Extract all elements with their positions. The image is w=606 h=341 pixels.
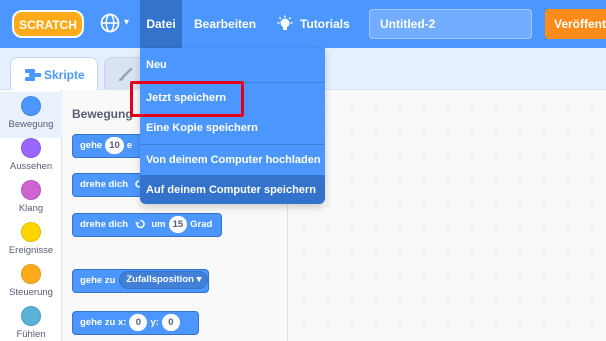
category-menu: Bewegung Aussehen Klang Ereignisse Steue…: [0, 90, 62, 341]
menu-item-save-to-computer[interactable]: Auf deinem Computer speichern: [140, 175, 325, 204]
category-label: Klang: [18, 203, 44, 214]
y-input[interactable]: 0: [161, 313, 180, 331]
category-label: Fühlen: [16, 329, 46, 340]
block-go-to[interactable]: gehe zu Zufallsposition ▾: [72, 269, 209, 293]
category-dot: [21, 222, 41, 242]
menu-item-new[interactable]: Neu: [140, 50, 325, 81]
menu-bar: SCRATCH ▾ Datei Bearbeiten Tutorials Unt…: [0, 0, 606, 48]
file-menu-dropdown: Neu Jetzt speichern Eine Kopie speichern…: [140, 48, 325, 204]
category-dot: [21, 264, 41, 284]
edit-menu[interactable]: Bearbeiten: [194, 0, 256, 48]
category-sound[interactable]: Klang: [0, 176, 62, 222]
globe-icon: [100, 13, 120, 33]
category-label: Aussehen: [9, 161, 53, 172]
code-icon: [25, 69, 41, 81]
y-label: y:: [150, 317, 159, 328]
block-text: gehe zu x:: [80, 317, 127, 328]
chevron-down-icon: ▾: [196, 274, 202, 286]
category-label: Steuerung: [9, 287, 53, 298]
category-sensing[interactable]: Fühlen: [0, 302, 62, 341]
category-dot: [21, 96, 41, 116]
category-dot: [21, 138, 41, 158]
tutorials-menu[interactable]: Tutorials: [276, 0, 350, 48]
dropdown-label: Zufallsposition: [126, 274, 194, 286]
x-input[interactable]: 0: [129, 313, 148, 331]
position-dropdown[interactable]: Zufallsposition ▾: [119, 271, 209, 290]
language-menu[interactable]: ▾: [99, 12, 139, 36]
degrees-input[interactable]: 15: [168, 215, 188, 233]
menu-item-load-from-computer[interactable]: Von deinem Computer hochladen: [140, 144, 325, 175]
block-text-suffix: Grad: [190, 219, 213, 230]
scratch-logo[interactable]: SCRATCH: [12, 9, 84, 39]
block-turn-left[interactable]: drehe dich um 15 Grad: [72, 213, 222, 237]
palette-heading: Bewegung: [72, 107, 133, 121]
block-text: gehe zu: [80, 275, 116, 286]
steps-input[interactable]: 10: [105, 136, 124, 154]
category-label: Bewegung: [8, 119, 54, 130]
project-title-input[interactable]: Untitled-2: [369, 9, 532, 39]
tutorials-label: Tutorials: [300, 17, 350, 31]
block-text-mid: um: [151, 219, 166, 230]
category-events[interactable]: Ereignisse: [0, 218, 62, 264]
category-looks[interactable]: Aussehen: [0, 134, 62, 180]
category-control[interactable]: Steuerung: [0, 260, 62, 306]
tab-code-label: Skripte: [44, 68, 85, 82]
category-dot: [21, 180, 41, 200]
code-workspace[interactable]: [288, 90, 606, 341]
block-text: drehe dich: [80, 219, 129, 230]
file-menu[interactable]: Datei: [140, 0, 182, 48]
rotate-left-icon: [134, 220, 145, 229]
share-button[interactable]: Veröffentl: [545, 9, 606, 39]
lightbulb-icon: [277, 15, 293, 30]
block-text: gehe: [80, 140, 103, 151]
block-text-suffix: e: [126, 140, 133, 151]
block-text: drehe dich: [80, 179, 129, 190]
category-motion[interactable]: Bewegung: [0, 92, 62, 138]
category-label: Ereignisse: [8, 245, 54, 256]
chevron-down-icon: ▾: [124, 17, 130, 28]
block-go-to-xy[interactable]: gehe zu x: 0 y: 0: [72, 311, 199, 335]
menu-item-save-copy[interactable]: Eine Kopie speichern: [140, 113, 325, 144]
logo-text: SCRATCH: [19, 18, 77, 32]
tab-code[interactable]: Skripte: [10, 57, 98, 91]
annotation-highlight-box: [130, 81, 244, 117]
category-dot: [21, 306, 41, 326]
